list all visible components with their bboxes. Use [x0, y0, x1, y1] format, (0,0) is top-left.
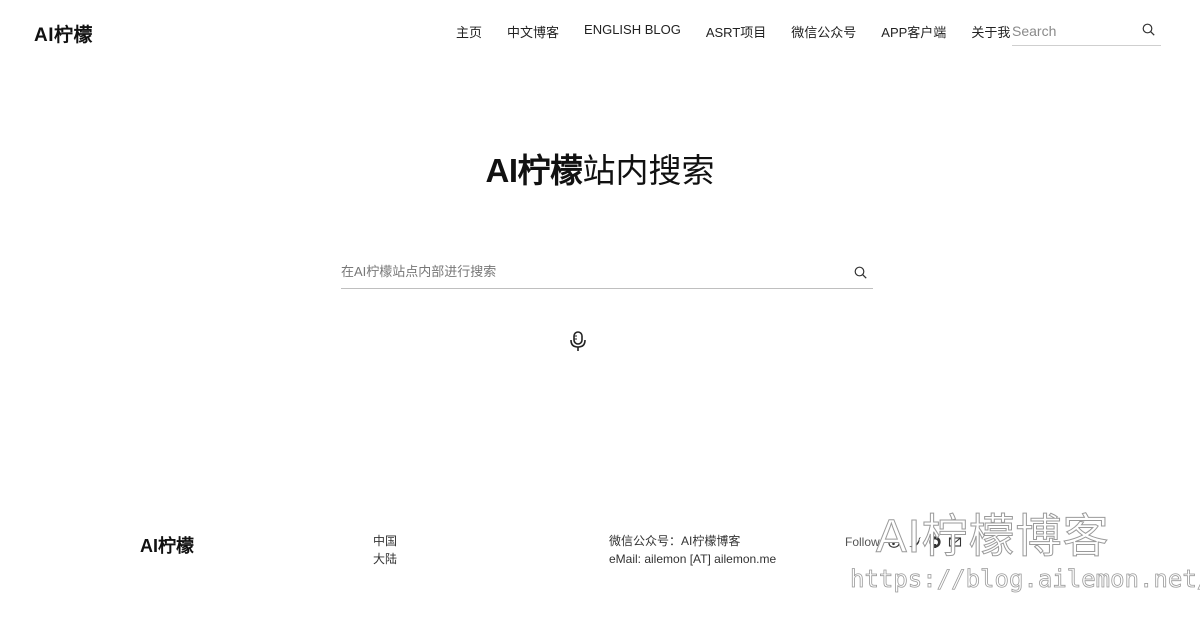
- site-logo[interactable]: AI柠檬: [34, 20, 93, 47]
- location-line: 大陆: [373, 552, 398, 566]
- wechat-text: 微信公众号：AI柠檬博客: [609, 534, 741, 548]
- follow-label: Follow: [845, 535, 880, 549]
- page: AI柠檬 主页 中文博客 ENGLISH BLOG ASRT项目 微信公众号 A…: [0, 0, 1200, 627]
- footer-logo[interactable]: AI柠檬: [140, 532, 194, 558]
- nav-item-app[interactable]: APP客户端: [881, 22, 946, 41]
- nav-item-chinese-blog[interactable]: 中文博客: [507, 22, 559, 41]
- page-title: AI柠檬站内搜索: [0, 144, 1200, 192]
- main-nav: 主页 中文博客 ENGLISH BLOG ASRT项目 微信公众号 APP客户端…: [456, 22, 1010, 41]
- page-title-text: 站内搜索: [582, 152, 715, 189]
- search-icon[interactable]: [1142, 23, 1155, 41]
- watermark-title: AI柠檬博客: [875, 510, 1110, 563]
- footer-location: 中国 大陆: [373, 532, 397, 568]
- location-line: 中国: [373, 534, 398, 548]
- nav-item-wechat[interactable]: 微信公众号: [791, 22, 856, 41]
- nav-item-about[interactable]: 关于我: [971, 22, 1010, 41]
- watermark-url: https://blog.ailemon.net/: [850, 565, 1200, 594]
- nav-item-asrt-project[interactable]: ASRT项目: [706, 22, 766, 41]
- header-search-input[interactable]: [1012, 23, 1132, 39]
- header-search: [1012, 17, 1161, 46]
- site-search-input[interactable]: [341, 258, 821, 279]
- site-search: [341, 258, 873, 289]
- page-title-brand: AI柠檬: [485, 152, 584, 189]
- footer-contact: 微信公众号：AI柠檬博客 eMail: ailemon [AT] ailemon…: [609, 532, 776, 568]
- nav-item-home[interactable]: 主页: [456, 22, 482, 41]
- microphone-icon[interactable]: [569, 331, 587, 358]
- email-text: eMail: ailemon [AT] ailemon.me: [609, 552, 777, 566]
- search-icon[interactable]: [854, 266, 867, 284]
- nav-item-english-blog[interactable]: ENGLISH BLOG: [584, 22, 681, 41]
